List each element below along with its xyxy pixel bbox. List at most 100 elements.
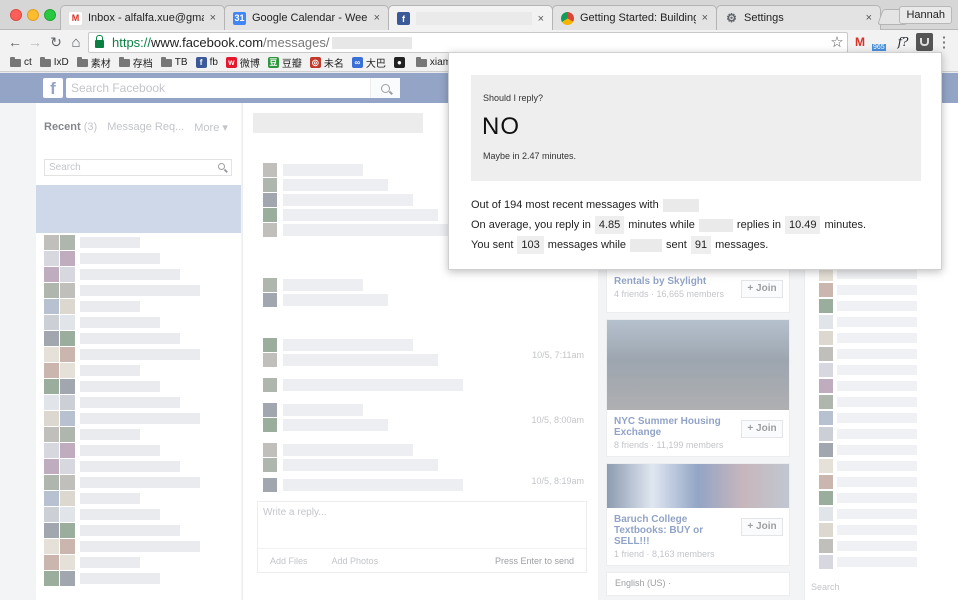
stats-text: replies in	[736, 219, 781, 231]
bookmark-item[interactable]: f fb	[195, 57, 218, 68]
bookmark-label: 素材	[90, 59, 111, 70]
tab-google-calendar[interactable]: 31 Google Calendar - Week of O ×	[224, 5, 389, 30]
close-icon[interactable]: ×	[702, 12, 708, 24]
paw-icon: ●	[393, 57, 405, 68]
stats-text: minutes while	[628, 219, 695, 231]
close-icon[interactable]: ×	[374, 12, 380, 24]
bookmark-item[interactable]: ct	[10, 56, 32, 68]
stats-text: messages while	[547, 239, 627, 251]
stats-text: messages.	[715, 239, 769, 251]
tab-title: Getting Started: Building a C	[580, 12, 696, 24]
bookmark-label: fb	[209, 57, 218, 68]
bookmark-item[interactable]: ●	[393, 57, 408, 68]
chrome-menu-icon[interactable]: ⋮	[937, 33, 952, 51]
url-redacted	[331, 36, 412, 49]
bookmark-item[interactable]: 存档	[118, 55, 153, 70]
you-sent-count: 103	[517, 236, 544, 254]
close-icon[interactable]: ×	[210, 12, 216, 24]
window-close-button[interactable]	[10, 9, 22, 21]
url-host: www.facebook.com	[151, 35, 264, 50]
gmail-extension-icon[interactable]: M	[853, 33, 867, 51]
bookmark-item[interactable]: 素材	[76, 55, 111, 70]
should-i-reply-popup: Should I reply? NO Maybe in 2.47 minutes…	[448, 52, 942, 270]
contact-name-redacted	[698, 218, 733, 232]
verdict-answer: NO	[482, 113, 520, 140]
calendar-icon: 31	[233, 11, 246, 25]
facebook-icon: f	[397, 12, 410, 25]
bookmark-label: 存档	[132, 59, 153, 70]
tab-title: Inbox - alfalfa.xue@gmail.co	[88, 12, 204, 24]
bookmark-label: 微博	[239, 59, 260, 70]
bookmark-item[interactable]: xiam	[415, 56, 451, 68]
bookmark-item[interactable]: ◎ 未名	[309, 55, 344, 70]
stats-text: On average, you reply in	[471, 219, 591, 231]
tab-gmail[interactable]: M Inbox - alfalfa.xue@gmail.co ×	[60, 5, 225, 30]
weibo-icon: w	[225, 57, 237, 68]
reply-stats: Out of 194 most recent messages with On …	[471, 195, 866, 255]
contact-name-redacted	[662, 198, 699, 212]
bookmark-label: IxD	[53, 57, 69, 68]
close-icon[interactable]: ×	[538, 13, 544, 25]
url-path: /messages/	[263, 35, 330, 50]
bookmark-star-icon[interactable]: ☆	[830, 33, 844, 51]
folder-icon	[118, 56, 130, 67]
verdict-question: Should I reply?	[483, 93, 544, 103]
folder-icon	[10, 56, 21, 67]
bookmark-item[interactable]: IxD	[39, 56, 69, 68]
tab-title: Google Calendar - Week of O	[252, 12, 368, 24]
facebook-icon: f	[195, 57, 207, 68]
tab-getting-started[interactable]: Getting Started: Building a C ×	[552, 5, 717, 30]
bookmark-item[interactable]: 豆豆瓣	[267, 55, 302, 70]
bookmark-label: 未名	[323, 59, 344, 70]
their-average-reply-time: 10.49	[784, 216, 821, 234]
reload-button[interactable]: ↻	[47, 33, 65, 51]
bookmark-label: 大巴	[365, 59, 386, 70]
gmail-icon: M	[69, 11, 82, 25]
stats-text: minutes.	[824, 219, 867, 231]
bookmark-label: ct	[24, 57, 32, 68]
douban-icon: 豆	[267, 57, 279, 68]
lock-icon	[95, 35, 104, 48]
browser-tab-strip: M Inbox - alfalfa.xue@gmail.co × 31 Goog…	[0, 0, 958, 31]
extension-badge: 965	[872, 44, 886, 51]
verdict-panel: Should I reply? NO Maybe in 2.47 minutes…	[471, 75, 921, 181]
extension-badge-icon[interactable]: 965	[872, 33, 890, 51]
stats-line-total: Out of 194 most recent messages with	[471, 195, 866, 215]
should-i-reply-extension-icon[interactable]	[916, 33, 933, 51]
bookmark-label: TB	[174, 57, 188, 68]
tab-facebook[interactable]: f ×	[388, 5, 553, 31]
chrome-icon	[561, 11, 574, 25]
tab-title: Settings	[744, 12, 784, 24]
verdict-suggestion: Maybe in 2.47 minutes.	[483, 151, 577, 161]
window-minimize-button[interactable]	[27, 9, 39, 21]
bookmark-item[interactable]: w 微博	[225, 55, 260, 70]
tab-title	[416, 12, 532, 25]
stats-text: You sent	[471, 239, 514, 251]
bookmark-item[interactable]: TB	[160, 56, 188, 68]
bookmark-label: 豆瓣	[281, 59, 302, 70]
back-button[interactable]: ←	[6, 33, 24, 51]
folder-icon	[160, 56, 172, 67]
weiming-icon: ◎	[309, 57, 321, 68]
stats-text: sent	[666, 239, 687, 251]
formula-extension-icon[interactable]: f?	[896, 33, 910, 51]
folder-icon	[76, 56, 88, 67]
bookmark-item[interactable]: ∞ 大巴	[351, 55, 386, 70]
your-average-reply-time: 4.85	[594, 216, 625, 234]
close-icon[interactable]: ×	[866, 12, 872, 24]
home-button[interactable]: ⌂	[67, 33, 85, 51]
daba-icon: ∞	[351, 57, 363, 68]
url-scheme: https://	[112, 35, 152, 50]
cat-face-icon	[920, 38, 929, 46]
browser-toolbar: ← → ↻ ⌂ https:// www.facebook.com /messa…	[0, 30, 958, 54]
forward-button[interactable]: →	[26, 33, 44, 51]
profile-button[interactable]: Hannah	[899, 6, 952, 24]
stats-line-counts: You sent 103 messages while sent 91 mess…	[471, 235, 866, 255]
tab-settings[interactable]: ⚙ Settings ×	[716, 5, 881, 30]
stats-line-average: On average, you reply in 4.85 minutes wh…	[471, 215, 866, 235]
address-bar[interactable]: https:// www.facebook.com /messages/	[88, 32, 848, 53]
folder-icon	[415, 56, 427, 67]
folder-icon	[39, 56, 51, 67]
contact-name-redacted	[630, 238, 663, 252]
window-maximize-button[interactable]	[44, 9, 56, 21]
